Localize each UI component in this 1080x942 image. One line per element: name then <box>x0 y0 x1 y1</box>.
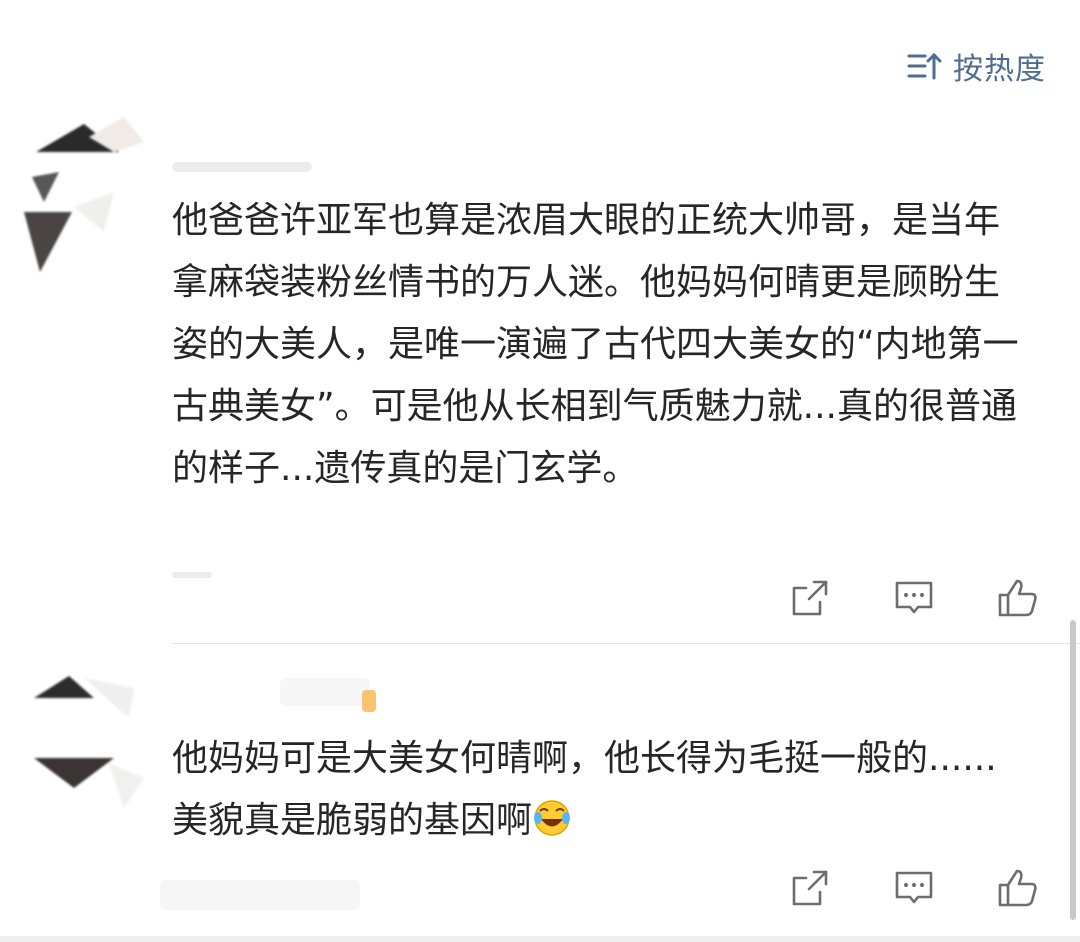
sort-icon <box>907 51 943 81</box>
username-redacted[interactable] <box>172 162 312 172</box>
badge-redacted <box>362 690 376 712</box>
comment-text: 他妈妈可是大美女何晴啊，他长得为毛挺一般的......美貌真是脆弱的基因啊 <box>172 728 1032 852</box>
comment-text: 他爸爸许亚军也算是浓眉大眼的正统大帅哥，是当年拿麻袋装粉丝情书的万人迷。他妈妈何… <box>172 190 1032 500</box>
avatar[interactable] <box>14 668 154 838</box>
comment-divider <box>172 643 1080 644</box>
share-icon <box>792 580 828 616</box>
comment-actions <box>788 866 1040 910</box>
meta-redacted <box>172 572 212 578</box>
sort-by-hot-button[interactable]: 按热度 <box>907 44 1046 88</box>
bottom-edge <box>0 936 1080 942</box>
sort-label: 按热度 <box>953 52 1046 87</box>
comment-body: 他妈妈可是大美女何晴啊，他长得为毛挺一般的......美貌真是脆弱的基因啊 <box>172 738 997 841</box>
like-icon <box>998 579 1037 617</box>
share-icon <box>792 870 828 906</box>
like-icon <box>998 869 1037 907</box>
comment-icon <box>895 581 933 614</box>
like-button[interactable] <box>996 576 1040 620</box>
avatar[interactable] <box>14 112 154 282</box>
meta-redacted <box>160 880 360 910</box>
comment-body: 他爸爸许亚军也算是浓眉大眼的正统大帅哥，是当年拿麻袋装粉丝情书的万人迷。他妈妈何… <box>172 200 1019 489</box>
like-button[interactable] <box>996 866 1040 910</box>
comment-icon <box>895 871 933 904</box>
share-button[interactable] <box>788 866 832 910</box>
scrollbar[interactable] <box>1070 620 1076 920</box>
comment-actions <box>788 576 1040 620</box>
share-button[interactable] <box>788 576 832 620</box>
reply-button[interactable] <box>892 866 936 910</box>
username-redacted[interactable] <box>280 678 370 706</box>
reply-button[interactable] <box>892 576 936 620</box>
laugh-cry-emoji <box>532 796 572 836</box>
